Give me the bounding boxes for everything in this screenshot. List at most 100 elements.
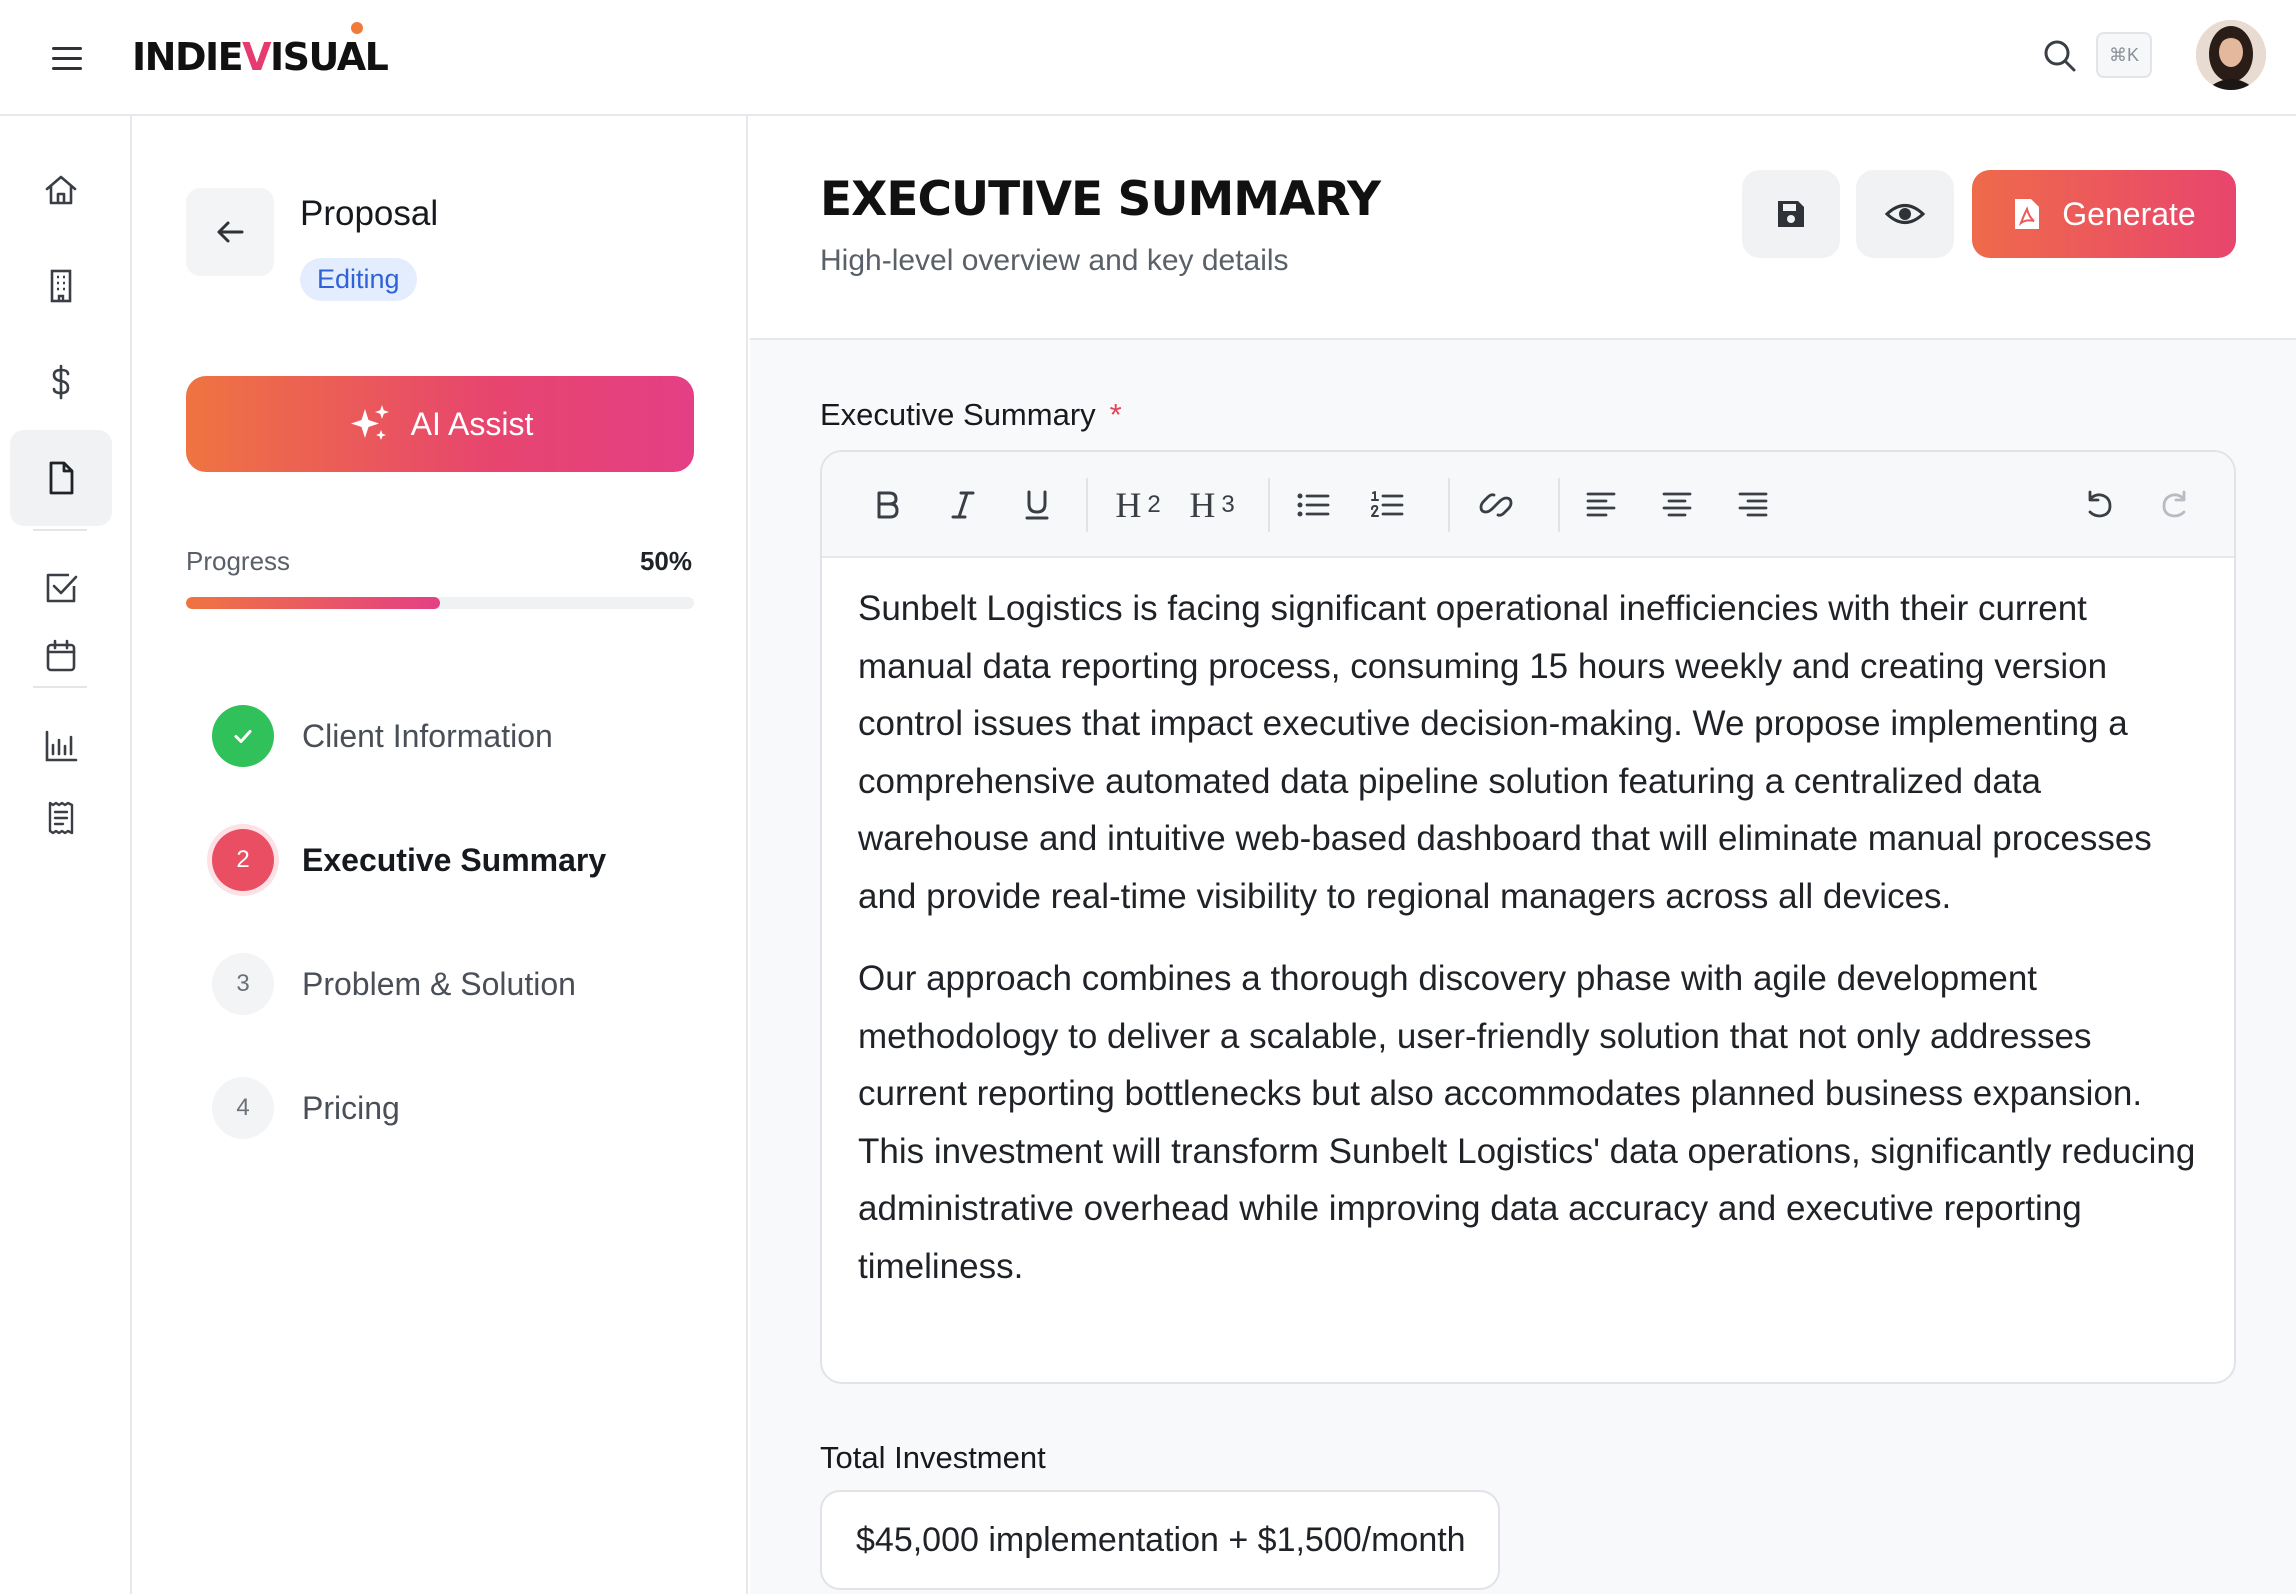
bullet-list-icon bbox=[1297, 493, 1330, 517]
step-number: 3 bbox=[212, 953, 274, 1015]
step-client-information[interactable]: Client Information bbox=[212, 704, 553, 768]
redo-button[interactable] bbox=[2150, 478, 2200, 532]
progress-value: 50% bbox=[639, 546, 692, 576]
align-center-icon bbox=[1662, 492, 1692, 517]
ai-assist-button[interactable]: AI Assist bbox=[186, 376, 694, 472]
bullet-list-button[interactable] bbox=[1288, 478, 1338, 532]
total-investment-input[interactable] bbox=[820, 1490, 1500, 1590]
nav-home[interactable] bbox=[10, 142, 112, 238]
logo-v: V bbox=[242, 35, 271, 79]
redo-icon bbox=[2162, 490, 2186, 518]
heading-2-button[interactable]: H2 bbox=[1108, 478, 1168, 532]
check-icon bbox=[234, 730, 252, 743]
nav-calendar[interactable] bbox=[10, 608, 112, 704]
save-button[interactable] bbox=[1742, 170, 1840, 258]
toolbar-divider bbox=[1448, 478, 1450, 532]
total-investment-label: Total Investment bbox=[820, 1440, 1046, 1475]
link-button[interactable] bbox=[1468, 478, 1524, 532]
h3-glyph: H bbox=[1189, 485, 1216, 525]
progress-fill bbox=[186, 597, 440, 609]
field-label-text: Executive Summary bbox=[820, 397, 1096, 432]
proposal-panel: Proposal Editing AI Assist Progress 50% … bbox=[132, 116, 748, 1594]
shortcut-hint: ⌘K bbox=[2096, 32, 2152, 78]
bold-icon bbox=[877, 491, 899, 519]
ai-assist-label: AI Assist bbox=[410, 405, 534, 442]
progress-bar bbox=[186, 597, 694, 609]
search-icon[interactable] bbox=[2040, 36, 2080, 76]
document-icon bbox=[49, 461, 74, 495]
underline-icon bbox=[1025, 490, 1049, 520]
back-button[interactable] bbox=[186, 188, 274, 276]
menu-icon[interactable] bbox=[48, 38, 88, 78]
eye-icon bbox=[1884, 204, 1926, 224]
step-label: Pricing bbox=[302, 1089, 400, 1126]
nav-buildings[interactable] bbox=[10, 238, 112, 334]
toolbar-divider bbox=[1086, 478, 1088, 532]
align-right-icon bbox=[1738, 492, 1768, 517]
proposal-title: Proposal bbox=[300, 194, 439, 233]
toolbar-divider bbox=[1268, 478, 1270, 532]
editor-toolbar: H2 H3 bbox=[822, 452, 2234, 558]
align-left-icon bbox=[1586, 492, 1616, 517]
numbered-list-icon bbox=[1371, 491, 1404, 517]
logo-dot bbox=[351, 22, 363, 34]
rich-text-editor[interactable]: H2 H3 Sunbelt Logistics is facing signif… bbox=[820, 450, 2236, 1384]
nav-receipts[interactable] bbox=[10, 770, 112, 866]
step-label: Problem & Solution bbox=[302, 965, 576, 1002]
main-header: EXECUTIVE SUMMARY High-level overview an… bbox=[750, 116, 2296, 340]
italic-icon bbox=[951, 491, 975, 519]
generate-pdf-button[interactable]: Generate bbox=[1972, 170, 2236, 258]
link-icon bbox=[1479, 493, 1513, 517]
progress-label: Progress bbox=[186, 546, 291, 576]
align-center-button[interactable] bbox=[1652, 478, 1702, 532]
undo-icon bbox=[2088, 490, 2112, 518]
toolbar-divider bbox=[1558, 478, 1560, 532]
h2-glyph: H bbox=[1115, 485, 1142, 525]
main-content: Executive Summary * H2 H3 Sunbelt Logist… bbox=[750, 340, 2296, 1594]
step-number: 4 bbox=[212, 1077, 274, 1139]
rail-divider bbox=[33, 529, 87, 531]
generate-label: Generate bbox=[2062, 195, 2196, 232]
underline-button[interactable] bbox=[1012, 478, 1062, 532]
h3-level: 3 bbox=[1221, 491, 1235, 518]
step-executive-summary[interactable]: 2 Executive Summary bbox=[212, 828, 606, 892]
save-icon bbox=[1778, 201, 1804, 227]
receipt-icon bbox=[48, 801, 74, 835]
step-pricing[interactable]: 4 Pricing bbox=[212, 1076, 400, 1140]
page-subtitle: High-level overview and key details bbox=[820, 244, 1289, 277]
undo-button[interactable] bbox=[2074, 478, 2124, 532]
h2-level: 2 bbox=[1147, 491, 1161, 518]
step-label: Client Information bbox=[302, 717, 553, 754]
step-complete-badge bbox=[212, 705, 274, 767]
nav-rail bbox=[0, 116, 132, 1594]
bold-button[interactable] bbox=[862, 478, 912, 532]
building-icon bbox=[50, 269, 72, 303]
heading-3-button[interactable]: H3 bbox=[1182, 478, 1242, 532]
nav-billing[interactable] bbox=[10, 334, 112, 430]
calendar-icon bbox=[46, 639, 76, 672]
logo-text-end: ISUAL bbox=[270, 35, 389, 79]
align-left-button[interactable] bbox=[1576, 478, 1626, 532]
rail-divider bbox=[33, 686, 87, 688]
summary-paragraph-2: Our approach combines a thorough discove… bbox=[858, 959, 2196, 1286]
avatar[interactable] bbox=[2196, 20, 2266, 90]
dollar-icon bbox=[52, 364, 70, 400]
arrow-left-icon bbox=[217, 221, 244, 243]
editor-content[interactable]: Sunbelt Logistics is facing significant … bbox=[858, 580, 2208, 1295]
preview-button[interactable] bbox=[1856, 170, 1954, 258]
home-icon bbox=[45, 175, 77, 205]
bar-chart-icon bbox=[45, 730, 78, 762]
logo[interactable]: INDIE V ISUAL bbox=[132, 22, 389, 80]
italic-button[interactable] bbox=[938, 478, 988, 532]
pdf-icon bbox=[2015, 199, 2040, 229]
required-marker: * bbox=[1109, 397, 1122, 432]
nav-documents[interactable] bbox=[10, 430, 112, 526]
align-right-button[interactable] bbox=[1728, 478, 1778, 532]
step-label: Executive Summary bbox=[302, 841, 607, 878]
summary-paragraph-1: Sunbelt Logistics is facing significant … bbox=[858, 589, 2152, 916]
logo-text-start: INDIE bbox=[132, 35, 244, 79]
numbered-list-button[interactable] bbox=[1362, 478, 1412, 532]
step-problem-solution[interactable]: 3 Problem & Solution bbox=[212, 952, 576, 1016]
step-number: 2 bbox=[212, 829, 274, 891]
executive-summary-label: Executive Summary * bbox=[820, 397, 1122, 433]
